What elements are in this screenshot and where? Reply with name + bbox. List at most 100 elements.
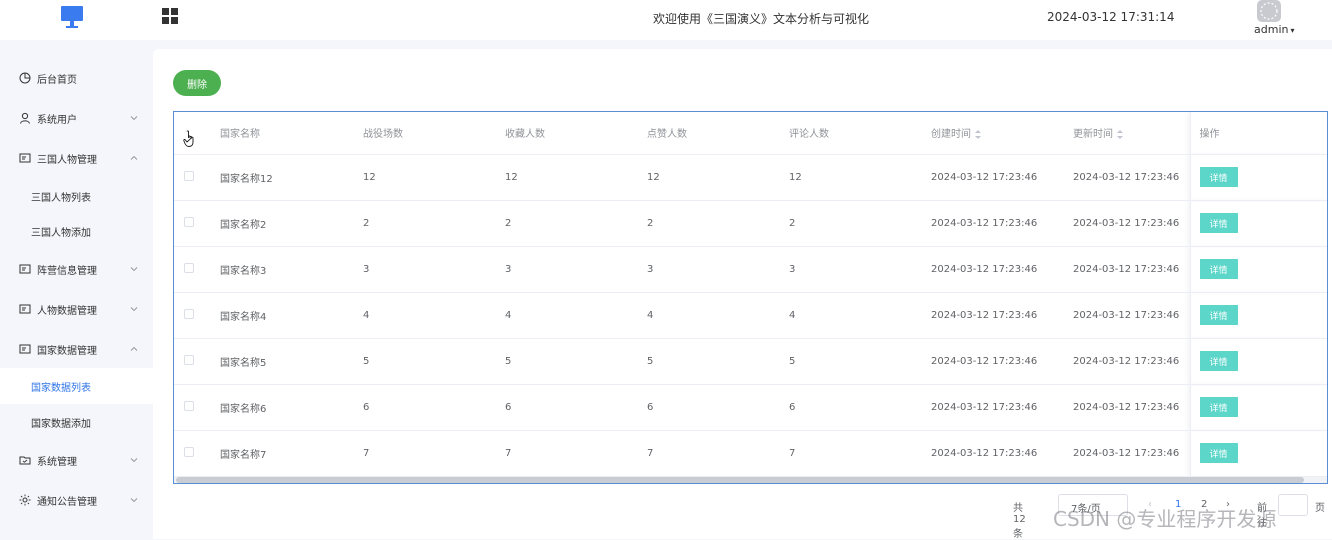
horizontal-scrollbar[interactable] [174,477,1327,483]
comments-cell: 12 [789,154,931,201]
sidebar-item-label: 三国人物管理 [37,154,97,166]
created-time-cell: 2024-03-12 17:23:46 [931,384,1073,431]
sidebar-item-camp-management[interactable]: 阵营信息管理 [0,249,153,289]
table-row: 国家名称7 7 7 7 7 2024-03-12 17:23:46 2024-03-12 1… [174,430,1327,477]
sidebar-subitem-country-add[interactable]: 国家数据添加 [0,404,153,440]
column-header-battles: 战役场数 [363,112,505,155]
actions-cell: 详情 [1189,292,1327,339]
favorites-cell: 4 [505,292,647,339]
sun-icon [19,494,31,506]
country-name-cell: 国家名称3 [220,246,363,293]
battles-cell: 5 [363,338,505,385]
sort-icon[interactable] [1117,129,1123,139]
sidebar-item-people-data-management[interactable]: 人物数据管理 [0,289,153,329]
country-name-cell: 国家名称6 [220,384,363,431]
likes-cell: 4 [647,292,789,339]
row-checkbox-cell [174,430,220,477]
row-checkbox[interactable] [184,354,194,365]
likes-cell: 7 [647,430,789,477]
welcome-title: 欢迎使用《三国演义》文本分析与可视化 [653,12,870,26]
user-menu[interactable]: admin ▾ [1254,23,1294,36]
sidebar-item-country-data-management[interactable]: 国家数据管理 [0,329,153,369]
chevron-down-icon [130,498,138,503]
country-name-cell: 国家名称7 [220,430,363,477]
sort-icon[interactable] [975,129,981,139]
sidebar-item-label: 国家数据管理 [37,345,97,357]
sidebar-subitem-label: 三国人物列表 [31,192,91,204]
sidebar-subitem-label: 三国人物添加 [31,227,91,239]
chevron-down-icon [130,307,138,312]
table-row: 国家名称4 4 4 4 4 2024-03-12 17:23:46 2024-03-12 1… [174,292,1327,339]
row-checkbox[interactable] [184,308,194,319]
chevron-down-icon [130,267,138,272]
created-time-cell: 2024-03-12 17:23:46 [931,430,1073,477]
column-header-created[interactable]: 创建时间 [931,112,1073,155]
updated-time-cell: 2024-03-12 17:23:46 [1073,430,1190,477]
delete-button[interactable]: 删除 [173,70,221,96]
created-time-cell: 2024-03-12 17:23:46 [931,338,1073,385]
detail-button[interactable]: 详情 [1199,305,1238,325]
favorites-cell: 12 [505,154,647,201]
created-time-cell: 2024-03-12 17:23:46 [931,200,1073,247]
chevron-down-icon [130,458,138,463]
battles-cell: 12 [363,154,505,201]
likes-cell: 6 [647,384,789,431]
chevron-down-icon: ▾ [1290,26,1295,35]
sidebar-item-system-users[interactable]: 系统用户 [0,98,153,138]
detail-button[interactable]: 详情 [1199,167,1238,187]
column-header-actions: 操作 [1189,112,1327,155]
sidebar-item-label: 通知公告管理 [37,496,97,508]
monitor-logo-icon [61,6,83,28]
column-header-label: 创建时间 [931,129,971,141]
row-checkbox[interactable] [184,170,194,181]
goto-page-input[interactable] [1278,494,1308,516]
updated-time-cell: 2024-03-12 17:23:46 [1073,292,1190,339]
list-icon [19,153,31,163]
sidebar-item-home[interactable]: 后台首页 [0,58,153,98]
username: admin [1254,23,1289,36]
column-header-updated[interactable]: 更新时间 [1073,112,1190,155]
sidebar-item-label: 阵营信息管理 [37,265,97,277]
row-checkbox[interactable] [184,446,194,457]
goto-suffix: 页 [1315,503,1325,514]
sidebar: 后台首页 系统用户 三国人物管理 三国人物列表 三国人物添加 阵营信息管理 人物… [0,40,153,539]
sidebar-subitem-people-list[interactable]: 三国人物列表 [0,178,153,214]
row-checkbox[interactable] [184,216,194,227]
sidebar-subitem-country-list[interactable]: 国家数据列表 [0,368,153,404]
battles-cell: 3 [363,246,505,293]
sidebar-item-notice-management[interactable]: 通知公告管理 [0,480,153,520]
sidebar-item-people-management[interactable]: 三国人物管理 [0,138,153,178]
detail-button[interactable]: 详情 [1199,213,1238,233]
actions-cell: 详情 [1189,154,1327,201]
data-table: 国家名称 战役场数 收藏人数 点赞人数 评论人数 创建时间 更新时间 操作 国家… [173,111,1328,484]
detail-button[interactable]: 详情 [1199,351,1238,371]
chevron-up-icon [130,346,138,351]
detail-button[interactable]: 详情 [1199,397,1238,417]
created-time-cell: 2024-03-12 17:23:46 [931,154,1073,201]
row-checkbox[interactable] [184,262,194,273]
row-checkbox[interactable] [184,400,194,411]
grid-menu-icon[interactable] [162,8,178,24]
column-header-favorites: 收藏人数 [505,112,647,155]
table-body: 国家名称12 12 12 12 12 2024-03-12 17:23:46 2024-03… [174,154,1327,477]
detail-button[interactable]: 详情 [1199,443,1238,463]
country-name-cell: 国家名称4 [220,292,363,339]
favorites-cell: 2 [505,200,647,247]
comments-cell: 2 [789,200,931,247]
actions-cell: 详情 [1189,200,1327,247]
row-checkbox-cell [174,200,220,247]
folder-icon [19,456,31,465]
sidebar-item-system-management[interactable]: 系统管理 [0,440,153,480]
avatar[interactable] [1257,0,1281,22]
row-checkbox-cell [174,154,220,201]
comments-cell: 7 [789,430,931,477]
scrollbar-thumb[interactable] [176,477,1304,483]
column-header-comments: 评论人数 [789,112,931,155]
likes-cell: 5 [647,338,789,385]
row-checkbox-cell [174,338,220,385]
sidebar-subitem-people-add[interactable]: 三国人物添加 [0,213,153,249]
updated-time-cell: 2024-03-12 17:23:46 [1073,338,1190,385]
detail-button[interactable]: 详情 [1199,259,1238,279]
actions-cell: 详情 [1189,246,1327,293]
updated-time-cell: 2024-03-12 17:23:46 [1073,154,1190,201]
